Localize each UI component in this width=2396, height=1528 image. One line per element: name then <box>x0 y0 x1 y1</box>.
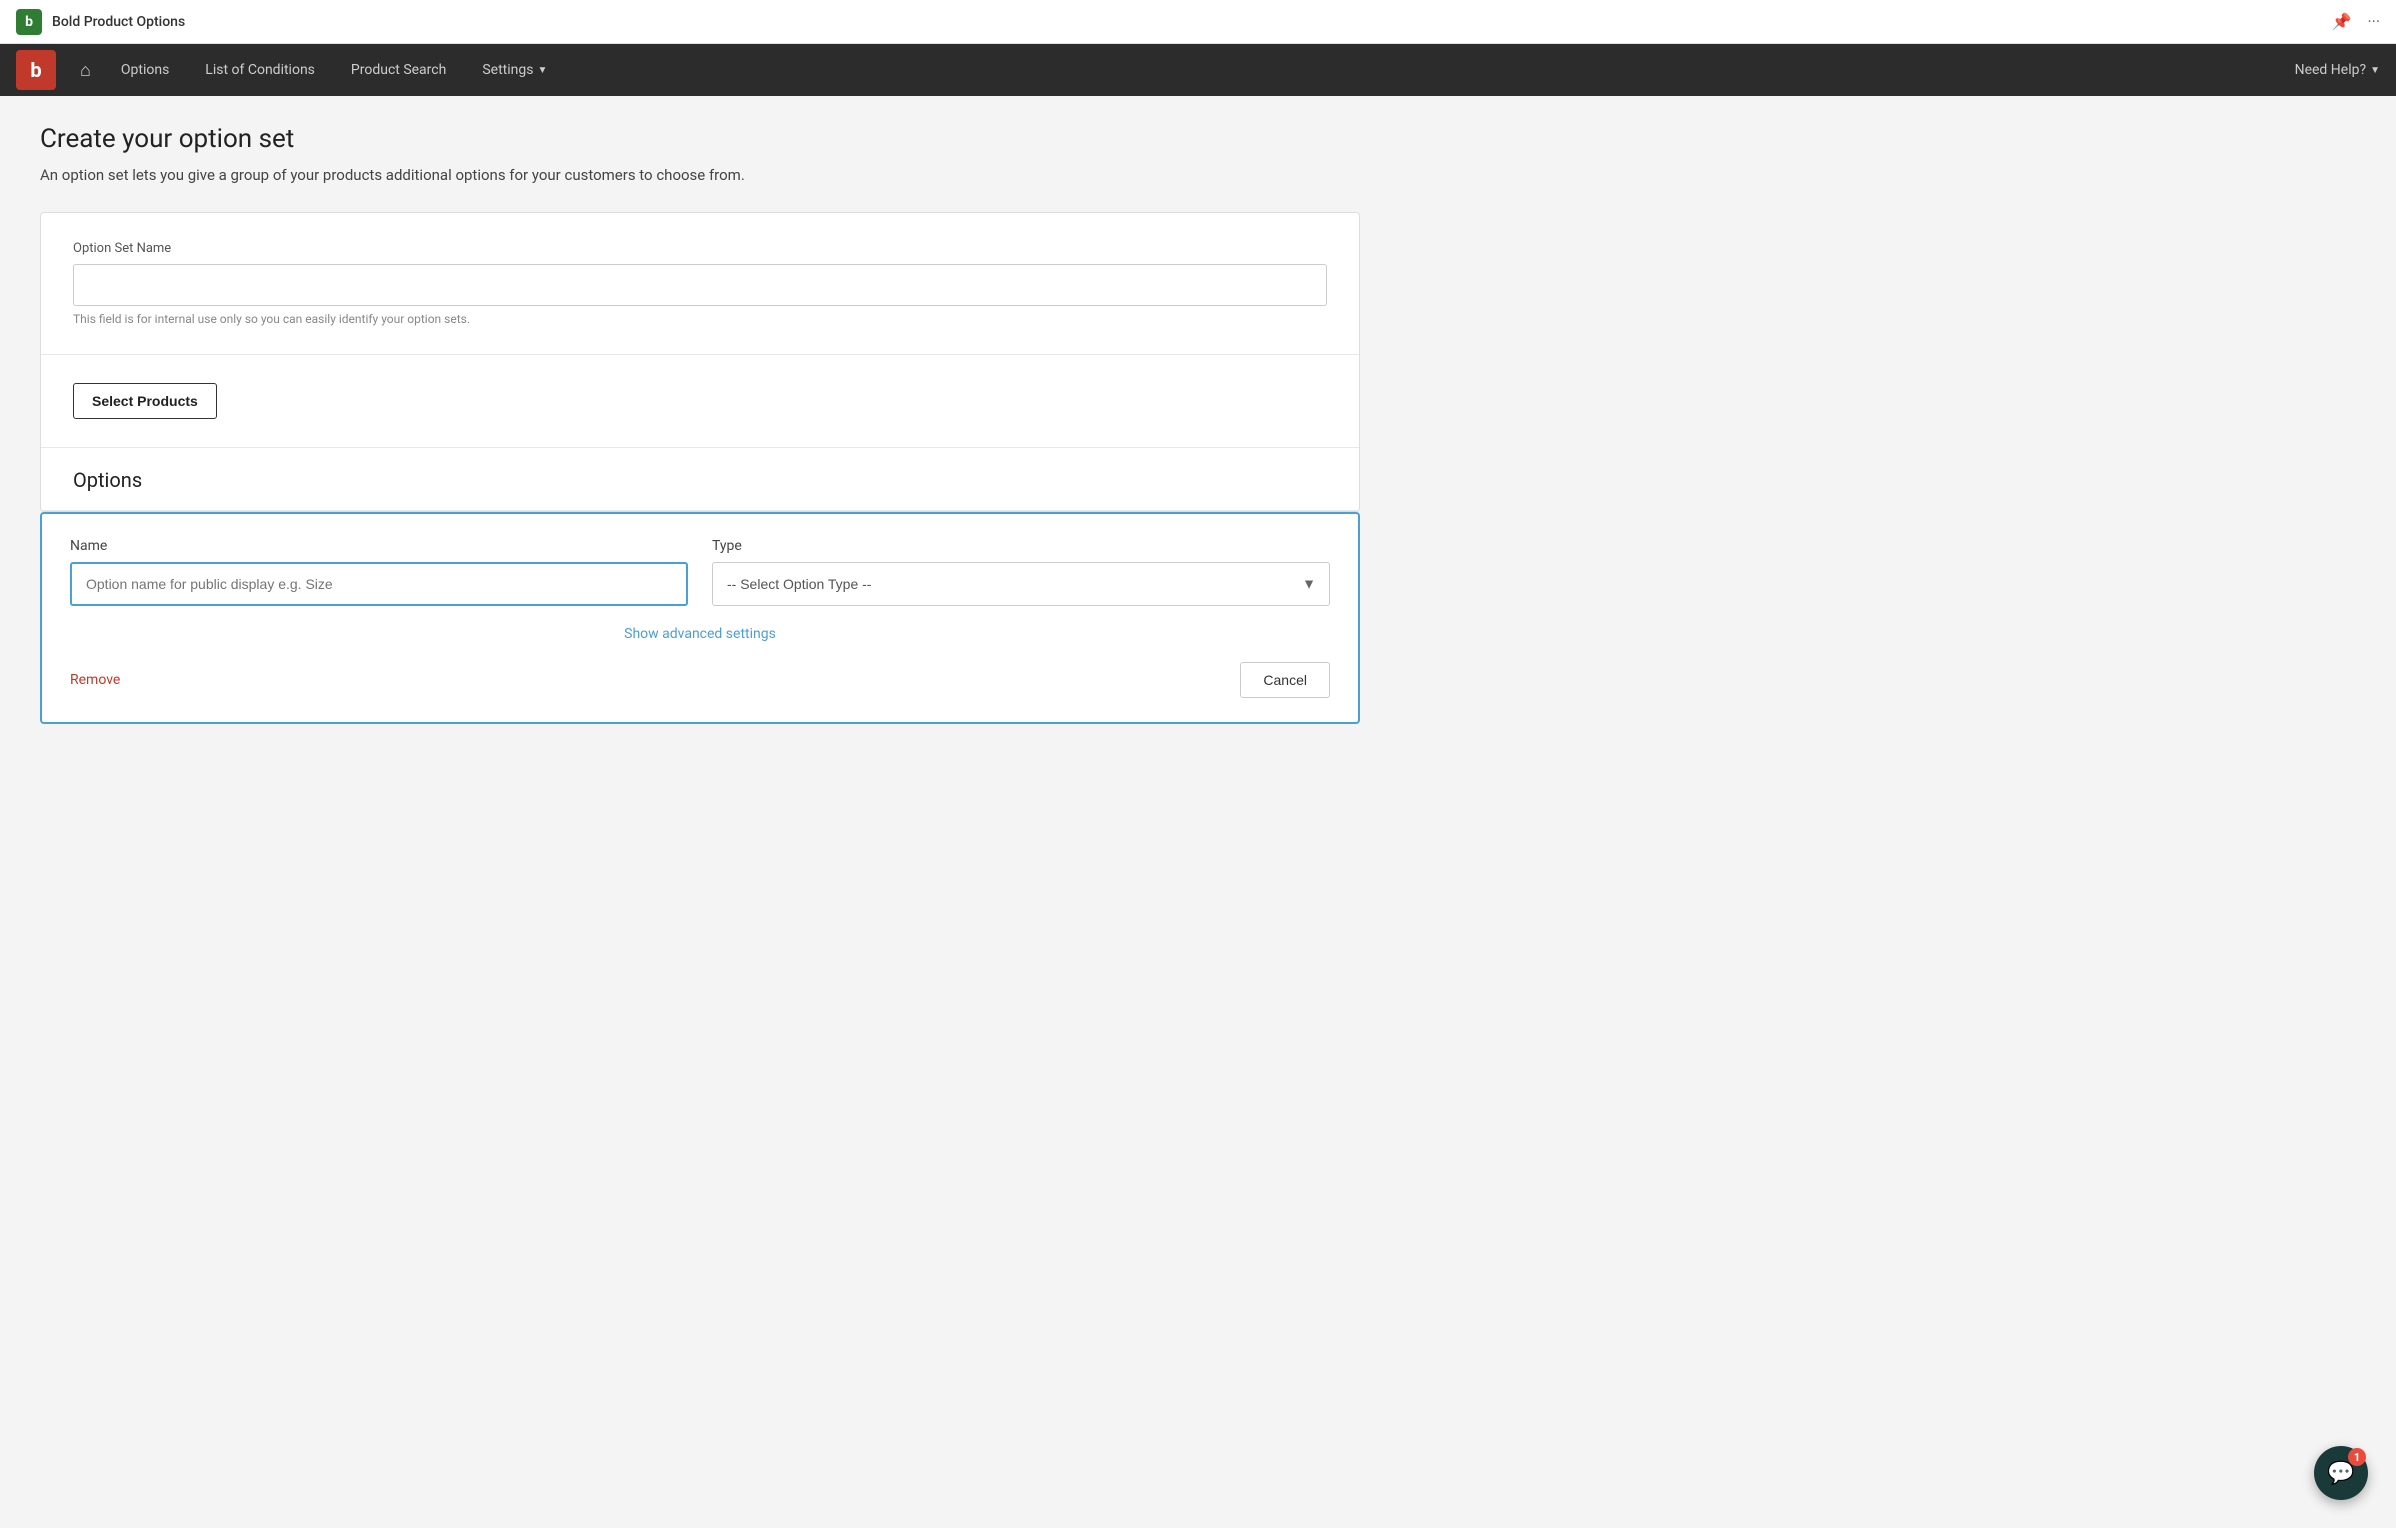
option-name-column: Name <box>70 538 688 606</box>
page-title: Create your option set <box>40 124 1360 154</box>
option-set-name-label: Option Set Name <box>73 241 1327 256</box>
chat-icon: 💬 <box>2327 1461 2354 1486</box>
nav-item-options[interactable]: Options <box>103 44 187 96</box>
select-products-button[interactable]: Select Products <box>73 383 217 419</box>
chat-badge: 1 <box>2348 1448 2366 1466</box>
options-heading: Options <box>41 448 1359 511</box>
need-help-link[interactable]: Need Help? ▼ <box>2295 62 2380 78</box>
chat-widget[interactable]: 💬 1 <box>2314 1446 2368 1500</box>
nav-bar: b ⌂ Options List of Conditions Product S… <box>0 44 2396 96</box>
option-set-name-hint: This field is for internal use only so y… <box>73 312 1327 326</box>
option-footer: Remove Cancel <box>70 662 1330 698</box>
nav-logo-letter: b <box>30 58 41 82</box>
option-row-card: Name Type -- Select Option Type -- Dropd… <box>40 512 1360 724</box>
app-title: Bold Product Options <box>52 14 185 30</box>
select-products-section: Select Products <box>41 355 1359 448</box>
pin-icon[interactable]: 📌 <box>2332 12 2352 31</box>
top-bar: b Bold Product Options 📌 ··· <box>0 0 2396 44</box>
option-name-input[interactable] <box>70 562 688 606</box>
page-subtitle: An option set lets you give a group of y… <box>40 166 1360 184</box>
option-set-name-input[interactable] <box>73 264 1327 306</box>
option-type-select[interactable]: -- Select Option Type -- Dropdown Radio … <box>712 562 1330 606</box>
remove-link[interactable]: Remove <box>70 672 120 688</box>
more-options-icon[interactable]: ··· <box>2367 12 2380 31</box>
nav-item-product-search[interactable]: Product Search <box>333 44 464 96</box>
option-type-column: Type -- Select Option Type -- Dropdown R… <box>712 538 1330 606</box>
nav-right: Need Help? ▼ <box>2295 62 2380 78</box>
option-row: Name Type -- Select Option Type -- Dropd… <box>70 538 1330 606</box>
option-name-label: Name <box>70 538 688 554</box>
main-card: Option Set Name This field is for intern… <box>40 212 1360 512</box>
nav-item-settings[interactable]: Settings ▼ <box>464 44 565 96</box>
top-bar-right: 📌 ··· <box>2332 12 2380 31</box>
option-type-label: Type <box>712 538 1330 554</box>
nav-home[interactable]: ⌂ <box>68 44 103 96</box>
nav-left: b ⌂ Options List of Conditions Product S… <box>16 44 565 96</box>
cancel-button[interactable]: Cancel <box>1240 662 1330 698</box>
need-help-chevron-icon: ▼ <box>2370 65 2380 76</box>
advanced-settings-link[interactable]: Show advanced settings <box>70 626 1330 642</box>
settings-chevron-icon: ▼ <box>537 65 547 76</box>
main-content: Create your option set An option set let… <box>0 96 1400 752</box>
app-logo-letter: b <box>25 14 33 30</box>
nav-item-list-of-conditions[interactable]: List of Conditions <box>187 44 333 96</box>
option-set-name-section: Option Set Name This field is for intern… <box>41 213 1359 355</box>
top-bar-left: b Bold Product Options <box>16 9 185 35</box>
nav-logo[interactable]: b <box>16 50 56 90</box>
app-logo-square: b <box>16 9 42 35</box>
option-type-select-wrapper: -- Select Option Type -- Dropdown Radio … <box>712 562 1330 606</box>
